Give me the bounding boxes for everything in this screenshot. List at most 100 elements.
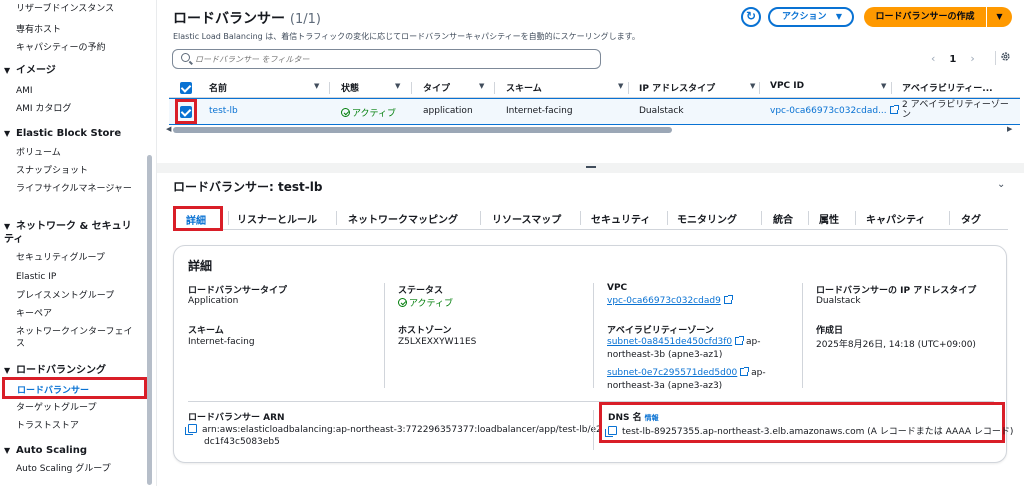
table-settings-button[interactable] — [995, 51, 1010, 65]
drag-handle-icon[interactable] — [586, 166, 596, 168]
tab-details[interactable]: 詳細 — [173, 206, 223, 231]
column-divider — [802, 283, 803, 388]
sidebar-item-dedicated-hosts[interactable]: 専有ホスト — [16, 24, 61, 36]
lb-state: アクティブ — [341, 106, 396, 119]
sidebar-section-auto-scaling[interactable]: ▼ Auto Scaling — [4, 444, 87, 457]
lb-availability-zones: 2 アベイラビリティーゾーン — [902, 100, 1009, 120]
copy-icon[interactable] — [185, 424, 197, 435]
external-link-icon — [740, 367, 750, 376]
caret-down-icon: ▼ — [4, 129, 11, 138]
detail-title: ロードバランサー: test-lb — [173, 180, 323, 194]
create-load-balancer-button[interactable]: ロードバランサーの作成 — [864, 7, 986, 27]
sidebar-item-lifecycle-manager[interactable]: ライフサイクルマネージャー — [16, 183, 136, 195]
prev-page-icon[interactable]: ‹ — [931, 52, 935, 65]
sidebar-section-load-balancing[interactable]: ▼ ロードバランシング — [4, 364, 106, 377]
select-all-checkbox[interactable] — [180, 82, 192, 94]
tab-capacity[interactable]: キャパシティ — [866, 211, 925, 226]
external-link-icon — [889, 105, 899, 114]
external-link-icon — [735, 336, 745, 345]
sort-icon: ▼ — [618, 82, 624, 90]
scroll-right-icon[interactable]: ▶ — [1007, 125, 1012, 133]
column-divider — [759, 82, 760, 94]
main-content: ロードバランサー (1/1) Elastic Load Balancing は、… — [157, 0, 1024, 486]
sidebar-item-target-groups[interactable]: ターゲットグループ — [16, 402, 96, 414]
tab-resource-map[interactable]: リソースマップ — [492, 211, 561, 226]
ip-address-type-value: Dualstack — [816, 296, 861, 306]
column-header-ip-type[interactable]: IP アドレスタイプ ▼ — [639, 81, 755, 94]
check-circle-icon — [398, 298, 407, 307]
filter-input-container[interactable] — [172, 49, 601, 69]
lb-type-label: ロードバランサータイプ — [188, 286, 288, 296]
sidebar-item-auto-scaling-groups[interactable]: Auto Scaling グループ — [16, 463, 111, 475]
sidebar-item-volumes[interactable]: ボリューム — [16, 147, 61, 159]
sidebar-item-load-balancers[interactable]: ロードバランサー — [2, 377, 147, 399]
table-row[interactable]: test-lb アクティブ application Internet-facin… — [169, 98, 1020, 125]
filter-input[interactable] — [195, 52, 575, 66]
sidebar-section-network[interactable]: ▼ ネットワーク & セキュリティ — [4, 220, 134, 246]
vpc-link[interactable]: vpc-0ca66973c032cdad9 — [607, 295, 733, 306]
sidebar-section-ebs[interactable]: ▼ Elastic Block Store — [4, 127, 121, 140]
column-header-name[interactable]: 名前 ▼ — [209, 81, 319, 94]
scroll-left-icon[interactable]: ◀ — [166, 125, 171, 133]
row-checkbox-highlight — [175, 99, 197, 124]
tab-attributes[interactable]: 属性 — [819, 211, 839, 226]
external-link-icon — [723, 295, 733, 304]
caret-down-icon: ▼ — [4, 66, 11, 75]
split-panel-divider[interactable] — [157, 163, 1024, 173]
sort-icon: ▼ — [395, 82, 401, 90]
create-dropdown-button[interactable]: ▼ — [987, 7, 1012, 27]
lb-name-link[interactable]: test-lb — [209, 106, 238, 116]
sidebar-item-reserved-instances[interactable]: リザーブドインスタンス — [16, 3, 114, 15]
horizontal-scrollbar[interactable] — [173, 127, 672, 133]
copy-icon[interactable] — [605, 426, 617, 437]
sidebar-scrollbar[interactable] — [147, 155, 152, 485]
tab-divider — [480, 211, 481, 225]
sidebar-item-security-groups[interactable]: セキュリティグループ — [16, 252, 105, 264]
tab-divider — [808, 211, 809, 225]
sidebar-item-key-pairs[interactable]: キーペア — [16, 308, 52, 320]
sidebar: リザーブドインスタンス 専有ホスト キャパシティーの予約 ▼ イメージ AMI A… — [0, 0, 157, 486]
sidebar-item-snapshots[interactable]: スナップショット — [16, 165, 88, 177]
info-link[interactable]: 情報 — [645, 414, 659, 422]
collapse-icon[interactable]: ⌄ — [997, 179, 1005, 190]
lb-scheme: Internet-facing — [506, 106, 573, 116]
next-page-icon[interactable]: › — [970, 52, 974, 65]
details-card-title: 詳細 — [188, 259, 213, 273]
ip-address-type-label: ロードバランサーの IP アドレスタイプ — [816, 286, 977, 296]
sidebar-item-capacity-reservations[interactable]: キャパシティーの予約 — [16, 42, 105, 54]
tab-listeners[interactable]: リスナーとルール — [237, 211, 317, 226]
status-value: アクティブ — [398, 296, 453, 309]
tab-tags[interactable]: タグ — [961, 211, 981, 226]
sidebar-item-placement-groups[interactable]: プレイスメントグループ — [16, 290, 114, 302]
column-header-availability[interactable]: アベイラビリティー... — [902, 81, 993, 94]
column-header-state[interactable]: 状態 ▼ — [341, 81, 400, 94]
sidebar-item-network-interfaces[interactable]: ネットワークインターフェイス — [16, 326, 136, 350]
refresh-button[interactable]: ↻ — [741, 7, 761, 27]
az1-value: subnet-0a8451de450cfd3f0 ap- — [607, 336, 761, 347]
subnet-link-1[interactable]: subnet-0a8451de450cfd3f0 — [607, 337, 732, 347]
column-header-vpc-id[interactable]: VPC ID ▼ — [770, 81, 886, 91]
tab-security[interactable]: セキュリティ — [591, 211, 650, 226]
sidebar-item-ami-catalog[interactable]: AMI カタログ — [16, 103, 71, 115]
az1-region: northeast-3b (apne3-az1) — [607, 350, 723, 360]
subnet-link-2[interactable]: subnet-0e7c295571ded5d00 — [607, 368, 737, 378]
page-number[interactable]: 1 — [949, 54, 956, 65]
tab-divider — [667, 211, 668, 225]
lb-type-value: Application — [188, 296, 239, 306]
tab-integrations[interactable]: 統合 — [773, 211, 793, 226]
sidebar-item-trust-stores[interactable]: トラストストア — [16, 420, 79, 432]
lb-vpc-link[interactable]: vpc-0ca66973c032cdad... — [770, 105, 899, 116]
tab-monitoring[interactable]: モニタリング — [677, 211, 737, 226]
sidebar-item-elastic-ip[interactable]: Elastic IP — [16, 271, 56, 283]
caret-down-icon: ▼ — [4, 222, 11, 231]
detail-tabs: 詳細 リスナーとルール ネットワークマッピング リソースマップ セキュリティ モ… — [173, 206, 1008, 231]
tab-network-mapping[interactable]: ネットワークマッピング — [348, 211, 458, 226]
sidebar-section-images[interactable]: ▼ イメージ — [4, 64, 56, 77]
caret-down-icon: ▼ — [4, 366, 11, 375]
column-header-type[interactable]: タイプ ▼ — [423, 81, 484, 94]
refresh-icon: ↻ — [745, 9, 757, 23]
dns-name-label: DNS 名情報 — [608, 413, 659, 423]
actions-button[interactable]: アクション ▼ — [768, 7, 854, 27]
sidebar-item-ami[interactable]: AMI — [16, 85, 33, 97]
column-header-scheme[interactable]: スキーム ▼ — [506, 81, 623, 94]
